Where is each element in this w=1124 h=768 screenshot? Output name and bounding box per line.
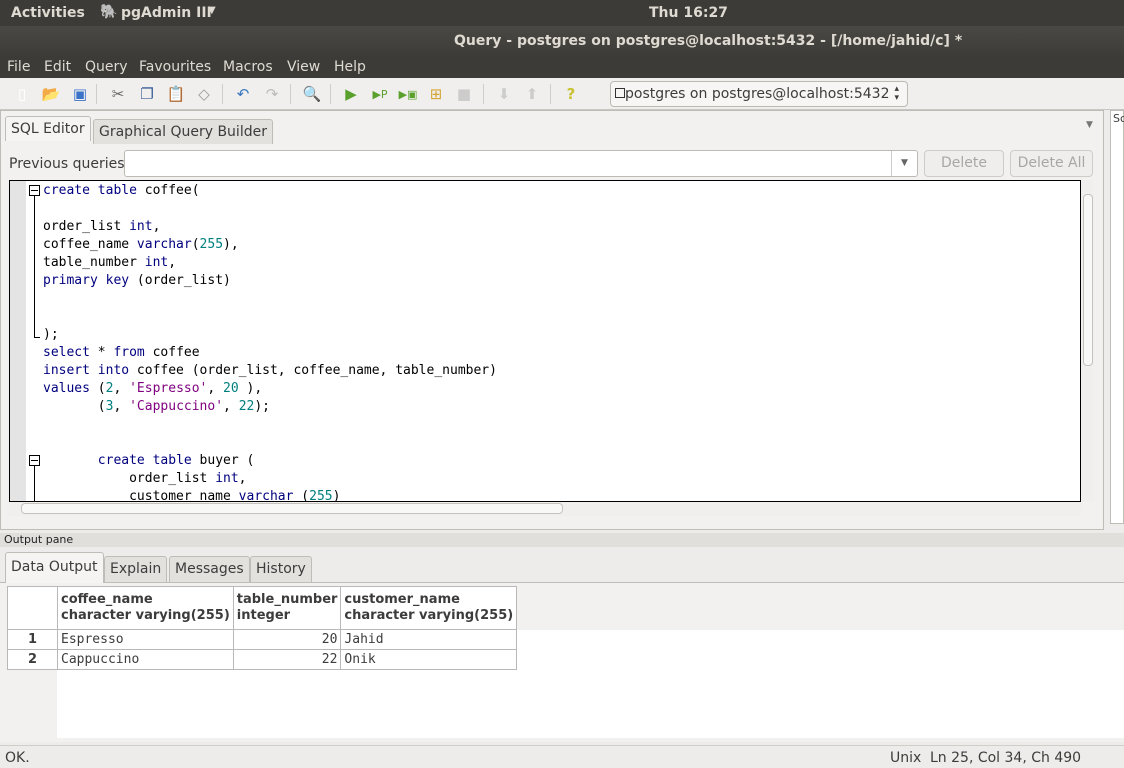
- editor-horizontal-scrollbar[interactable]: [9, 502, 1081, 516]
- toolbar: ▯ 📂 ▣ ✂ ❐ 📋 ◇ ↶ ↷ 🔍 ▶ ▶P ▶▣ ⊞ ■ ⬇ ⬆ ?: [0, 78, 1124, 110]
- activities-button[interactable]: Activities: [11, 5, 85, 21]
- tab-graphical-query-builder[interactable]: Graphical Query Builder: [93, 119, 273, 144]
- status-text: OK.: [5, 750, 30, 766]
- delete-all-button[interactable]: Delete All: [1010, 150, 1093, 177]
- paste-icon[interactable]: 📋: [166, 84, 186, 104]
- fold-toggle-icon[interactable]: [29, 185, 40, 196]
- cut-icon[interactable]: ✂: [108, 84, 128, 104]
- line-ending-format: Unix: [890, 750, 922, 766]
- open-folder-icon[interactable]: 📂: [41, 84, 61, 104]
- previous-queries-label: Previous queries: [9, 156, 125, 172]
- scratch-pad-panel: Sc: [1110, 110, 1124, 524]
- tab-explain[interactable]: Explain: [104, 556, 168, 582]
- data-output-grid: coffee_name character varying(255) table_…: [7, 586, 518, 670]
- row-number[interactable]: 2: [7, 649, 58, 670]
- menu-macros[interactable]: Macros: [223, 59, 273, 75]
- spinner-icon: ▴ ▾: [894, 84, 899, 103]
- explain-icon[interactable]: ⊞: [426, 84, 446, 104]
- code-line: select * from coffee: [43, 345, 200, 360]
- commit-icon[interactable]: ⬇: [494, 84, 514, 104]
- cell[interactable]: Cappuccino: [57, 649, 234, 670]
- execute-pgscript-icon[interactable]: ▶P: [370, 84, 390, 104]
- cell[interactable]: Jahid: [340, 629, 518, 650]
- tab-messages[interactable]: Messages: [169, 556, 250, 582]
- line-gutter: [10, 181, 26, 501]
- menu-favourites[interactable]: Favourites: [139, 59, 211, 75]
- code-line: table_number int,: [43, 255, 177, 270]
- connection-label: postgres on postgres@localhost:5432: [625, 86, 890, 102]
- menu-view[interactable]: View: [287, 59, 320, 75]
- cell[interactable]: 20: [232, 629, 342, 650]
- output-pane-label: Output pane: [4, 533, 74, 546]
- code-line: (3, 'Cappuccino', 22);: [43, 399, 270, 414]
- cell[interactable]: Espresso: [57, 629, 234, 650]
- tab-menu-chevron-icon[interactable]: ▼: [1086, 120, 1093, 130]
- elephant-icon: 🐘: [100, 4, 118, 20]
- tab-sql-editor[interactable]: SQL Editor: [5, 116, 91, 141]
- code-line: );: [43, 327, 59, 342]
- window-title: Query - postgres on postgres@localhost:5…: [454, 33, 963, 49]
- menu-bar: File Edit Query Favourites Macros View H…: [0, 56, 1124, 78]
- scratch-pad-title: Sc: [1113, 112, 1124, 125]
- window-title-bar: Query - postgres on postgres@localhost:5…: [0, 26, 1124, 56]
- code-line: coffee_name varchar(255),: [43, 237, 239, 252]
- redo-icon[interactable]: ↷: [262, 84, 282, 104]
- copy-icon[interactable]: ❐: [137, 84, 157, 104]
- new-file-icon[interactable]: ▯: [12, 84, 32, 104]
- undo-icon[interactable]: ↶: [233, 84, 253, 104]
- code-line: create table buyer (: [97, 453, 255, 468]
- code-line: values (2, 'Espresso', 20 ),: [43, 381, 263, 396]
- cancel-icon[interactable]: ■: [454, 84, 474, 104]
- clock[interactable]: Thu 16:27: [649, 5, 728, 21]
- help-icon[interactable]: ?: [561, 84, 581, 104]
- rollback-icon[interactable]: ⬆: [522, 84, 542, 104]
- cell[interactable]: Onik: [340, 649, 518, 670]
- app-menu[interactable]: pgAdmin III: [121, 5, 212, 21]
- checkbox-icon: [615, 88, 625, 98]
- chevron-down-icon[interactable]: ▼: [891, 151, 917, 176]
- code-line: insert into coffee (order_list, coffee_n…: [43, 363, 497, 378]
- editor-vertical-scrollbar[interactable]: [1082, 180, 1094, 502]
- table-row[interactable]: 1 Espresso 20 Jahid: [7, 629, 518, 650]
- code-line: customer_name varchar (255): [43, 489, 341, 502]
- code-line: order_list int,: [43, 471, 247, 486]
- find-icon[interactable]: 🔍: [302, 84, 322, 104]
- status-bar: OK. Unix Ln 25, Col 34, Ch 490: [0, 745, 1124, 768]
- column-header[interactable]: coffee_name character varying(255): [57, 586, 234, 630]
- tab-history[interactable]: History: [250, 556, 312, 582]
- menu-file[interactable]: File: [7, 59, 30, 75]
- chevron-down-icon: ▼: [208, 5, 216, 16]
- cursor-position: Ln 25, Col 34, Ch 490: [930, 750, 1082, 766]
- previous-queries-combo[interactable]: ▼: [124, 150, 918, 177]
- menu-query[interactable]: Query: [85, 59, 128, 75]
- system-top-bar: Activities 🐘 pgAdmin III ▼ Thu 16:27: [0, 0, 1124, 26]
- row-number[interactable]: 1: [7, 629, 58, 650]
- column-header[interactable]: table_number integer: [232, 586, 342, 630]
- menu-edit[interactable]: Edit: [44, 59, 71, 75]
- table-row[interactable]: 2 Cappuccino 22 Onik: [7, 649, 518, 670]
- output-pane-header: Output pane: [0, 533, 1124, 547]
- tab-data-output[interactable]: Data Output: [5, 552, 104, 583]
- code-line: primary key (order_list): [43, 273, 231, 288]
- fold-toggle-icon[interactable]: [29, 455, 40, 466]
- execute-icon[interactable]: ▶: [341, 84, 361, 104]
- corner-cell: [7, 586, 58, 630]
- clear-icon[interactable]: ◇: [194, 84, 214, 104]
- column-header[interactable]: customer_name character varying(255): [340, 586, 518, 630]
- sql-editor[interactable]: create table coffee( order_list int, coffe…: [9, 180, 1081, 502]
- execute-to-file-icon[interactable]: ▶▣: [398, 84, 418, 104]
- code-line: order_list int,: [43, 219, 161, 234]
- sql-code: create table coffee( order_list int, coffe…: [43, 181, 497, 502]
- cell[interactable]: 22: [232, 649, 342, 670]
- menu-help[interactable]: Help: [334, 59, 366, 75]
- save-icon[interactable]: ▣: [70, 84, 90, 104]
- connection-select[interactable]: postgres on postgres@localhost:5432 ▴ ▾: [610, 81, 908, 107]
- delete-button[interactable]: Delete: [924, 150, 1004, 177]
- code-line: create table coffee(: [43, 183, 200, 198]
